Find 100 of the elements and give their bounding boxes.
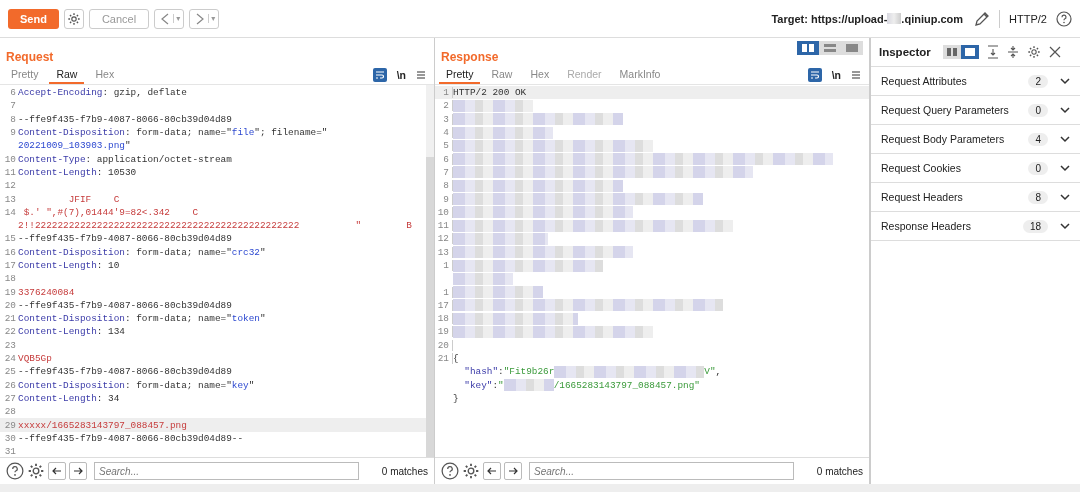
count-badge: 4	[1028, 132, 1048, 146]
help-icon[interactable]	[1056, 10, 1072, 27]
code-text: Content-Disposition	[18, 379, 125, 391]
line-number: 20	[437, 339, 449, 351]
match-count: 0 matches	[816, 465, 863, 477]
tab[interactable]: Hex	[523, 66, 557, 84]
code-text: }	[453, 392, 459, 404]
line-number: 9	[10, 127, 16, 139]
line-number: 9	[443, 193, 449, 205]
next-button[interactable]	[69, 462, 87, 480]
line-number: 30	[4, 432, 16, 444]
code-text: : 134	[96, 326, 125, 338]
settings-icon[interactable]	[1026, 45, 1041, 59]
section-title[interactable]: Request Cookies	[881, 162, 961, 174]
layout-toggle[interactable]	[841, 41, 863, 55]
arrow-right-icon[interactable]	[508, 466, 518, 476]
code-text: --ffe9f435-f7b9-4087-8066-80cb39d04d89	[18, 113, 232, 125]
tab[interactable]: MarkInfo	[612, 66, 668, 84]
chevron-down-icon[interactable]	[1060, 135, 1070, 143]
settings-icon[interactable]	[462, 462, 480, 480]
code-text: Content-Disposition	[18, 246, 125, 258]
search-field[interactable]: Search...	[94, 462, 359, 480]
chevron-right-icon[interactable]	[195, 12, 206, 25]
chevron-down-icon[interactable]	[1060, 77, 1070, 85]
code-text: JFIF C	[67, 193, 120, 205]
code-text: file	[231, 127, 255, 139]
expand-icon[interactable]	[986, 45, 999, 59]
code-text: Content-Type	[18, 153, 86, 165]
code-text: : application/octet-stream	[85, 153, 232, 165]
code-text: : 10	[96, 260, 120, 271]
columns-icon[interactable]	[802, 44, 814, 52]
count-badge: 0	[1028, 161, 1048, 175]
chevron-left-icon[interactable]	[160, 12, 171, 25]
code-text: Content-Disposition	[18, 127, 125, 139]
newline-toggle[interactable]: \n	[396, 69, 406, 81]
tab[interactable]: Pretty	[439, 66, 481, 84]
line-number: 14	[4, 206, 16, 218]
panel-title: Request	[6, 50, 54, 66]
count-badge: 18	[1022, 219, 1048, 233]
layout-toggle[interactable]	[797, 41, 819, 55]
scrollbar[interactable]	[426, 85, 434, 457]
chevron-down-icon[interactable]	[1060, 106, 1070, 114]
chevron-down-icon[interactable]	[1060, 164, 1070, 172]
tab[interactable]: Pretty	[4, 66, 46, 84]
previous-button[interactable]	[48, 462, 66, 480]
line-number: 11	[4, 166, 16, 178]
line-number: 13	[4, 193, 16, 205]
tab[interactable]: Raw	[484, 66, 520, 84]
code-text: Content-Disposition	[18, 313, 125, 325]
code-text: :	[498, 366, 504, 378]
newline-toggle[interactable]: \n	[831, 69, 841, 81]
code-text: : form-data; name="	[124, 127, 232, 139]
next-button[interactable]	[504, 462, 522, 480]
tab[interactable]: Hex	[88, 66, 122, 84]
rows-icon[interactable]	[824, 44, 836, 52]
section-title[interactable]: Request Attributes	[881, 75, 967, 87]
chevron-down-icon[interactable]	[1060, 193, 1070, 201]
close-icon[interactable]	[1048, 46, 1061, 58]
arrow-left-icon[interactable]	[52, 466, 62, 476]
line-number: 21	[4, 313, 16, 325]
collapse-icon[interactable]	[1006, 45, 1019, 59]
section-title[interactable]: Request Headers	[881, 191, 963, 203]
line-number: 18	[437, 313, 449, 325]
section-title[interactable]: Response Headers	[881, 220, 971, 232]
line-number: 24	[4, 353, 16, 365]
code-text: 2!!22222222222222222222222222222222222222222222222 " B	[18, 220, 412, 232]
protocol-label[interactable]: HTTP/2	[1009, 12, 1047, 25]
settings-icon[interactable]	[27, 462, 45, 480]
code-text: Content-Length	[18, 166, 97, 178]
arrow-right-icon[interactable]	[73, 466, 83, 476]
inspector-title: Inspector	[879, 46, 931, 58]
layout-toggle[interactable]	[819, 41, 841, 55]
line-number: 26	[4, 379, 16, 391]
line-number: 2	[443, 100, 449, 112]
search-field[interactable]: Search...	[529, 462, 794, 480]
line-number: 18	[4, 273, 16, 285]
panel-icon[interactable]	[964, 48, 975, 56]
line-number: 12	[4, 180, 16, 192]
code-text: VQB5Gp	[18, 353, 52, 365]
arrow-left-icon[interactable]	[487, 466, 497, 476]
code-text: ,	[715, 366, 722, 378]
help-icon[interactable]	[441, 462, 459, 480]
line-number: 19	[437, 326, 449, 338]
menu-icon[interactable]	[416, 70, 426, 80]
help-icon[interactable]	[6, 462, 24, 480]
chevron-down-icon[interactable]	[1060, 222, 1070, 230]
code-text: : 34	[96, 392, 120, 404]
count-badge: 8	[1028, 190, 1048, 204]
code-text: "	[124, 140, 131, 152]
panel-title: Response	[441, 50, 499, 66]
previous-button[interactable]	[483, 462, 501, 480]
layout-toggle[interactable]	[942, 45, 961, 59]
menu-icon[interactable]	[851, 70, 861, 80]
section-title[interactable]: Request Body Parameters	[881, 133, 1005, 145]
columns-icon[interactable]	[946, 48, 957, 56]
line-number: 28	[4, 406, 16, 418]
code-text: V"	[704, 366, 716, 378]
pencil-icon[interactable]	[974, 10, 991, 27]
section-title[interactable]: Request Query Parameters	[881, 104, 1009, 116]
tab[interactable]: Raw	[49, 66, 85, 84]
